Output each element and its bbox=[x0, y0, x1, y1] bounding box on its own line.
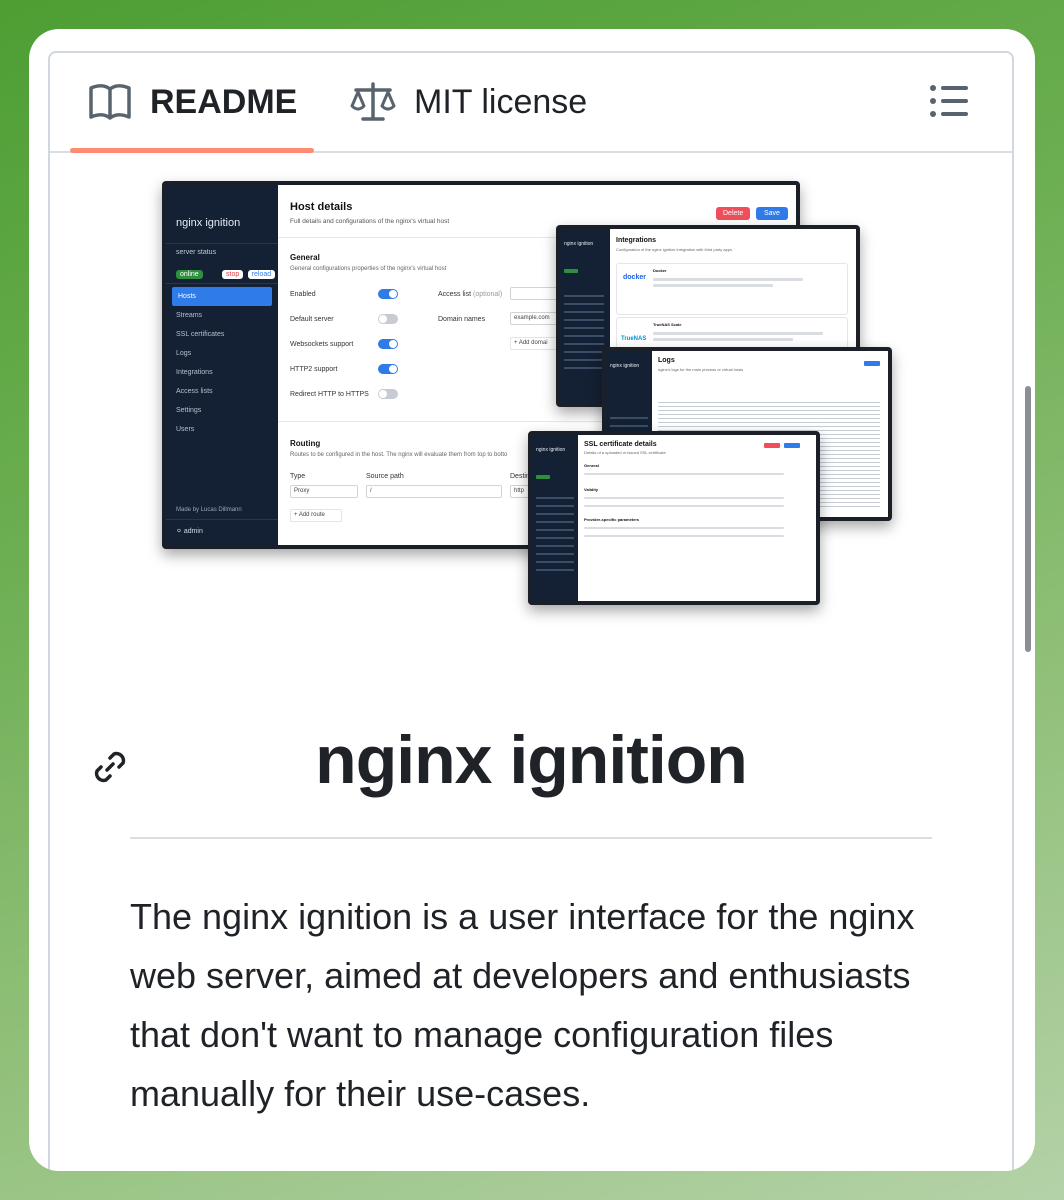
mock-nav-ssl[interactable]: SSL certificates bbox=[166, 325, 278, 344]
mock-logs-title: Logs bbox=[658, 357, 675, 364]
mock-redirect-toggle[interactable] bbox=[378, 389, 398, 399]
mock-made-by: Made by Lucas Dillmann bbox=[176, 507, 242, 513]
law-scale-icon bbox=[350, 82, 396, 121]
mock-add-domain-button[interactable]: + Add domai bbox=[510, 337, 560, 350]
mock-type-label: Type bbox=[290, 473, 306, 480]
mock-default-server-toggle[interactable] bbox=[378, 314, 398, 324]
table-of-contents-icon[interactable] bbox=[928, 79, 972, 123]
mock-nav-hosts[interactable]: Hosts bbox=[172, 287, 272, 306]
mock-online-badge: online bbox=[176, 270, 203, 279]
mock-nav-settings[interactable]: Settings bbox=[166, 401, 278, 420]
mock-nav-streams[interactable]: Streams bbox=[166, 306, 278, 325]
mock-ssl-provider: Provider-specific parameters bbox=[584, 517, 640, 522]
readme-heading: nginx ignition bbox=[315, 722, 748, 798]
mock-window-ssl: nginx ignition SSL certificate details D… bbox=[528, 431, 820, 605]
mock-docker-label: Docker bbox=[653, 268, 667, 273]
mock-websockets-toggle[interactable] bbox=[378, 339, 398, 349]
mock-truenas-label: TrueNAS Scale bbox=[653, 322, 682, 327]
readme-description: The nginx ignition is a user interface f… bbox=[130, 896, 915, 1114]
mock-type-select[interactable]: Proxy bbox=[290, 485, 358, 498]
mock-ssl-brand: nginx ignition bbox=[536, 447, 566, 453]
tab-readme[interactable]: README bbox=[88, 53, 297, 151]
mock-integrations-brand: nginx ignition bbox=[564, 241, 594, 247]
mock-logs-subtitle: nginx's logs for the main process or vir… bbox=[658, 367, 744, 372]
mock-websockets-label: Websockets support bbox=[290, 341, 354, 348]
mock-subtitle: Full details and configurations of the n… bbox=[290, 218, 450, 225]
mock-brand: nginx ignition bbox=[176, 217, 241, 229]
mock-domain-names-label: Domain names bbox=[438, 316, 486, 323]
mock-save-button[interactable]: Save bbox=[756, 207, 788, 220]
mock-truenas-logo: TrueNAS bbox=[621, 336, 647, 342]
book-icon bbox=[89, 84, 131, 120]
mock-access-list-field[interactable] bbox=[510, 287, 560, 300]
mock-ssl-validity: Validity bbox=[584, 487, 599, 492]
active-tab-indicator bbox=[70, 148, 314, 153]
mock-nav-access-lists[interactable]: Access lists bbox=[166, 382, 278, 401]
tab-license[interactable]: MIT license bbox=[350, 53, 587, 151]
mock-reload-button[interactable]: reload bbox=[247, 270, 276, 279]
mock-general-title: General bbox=[290, 253, 320, 262]
mock-default-server-label: Default server bbox=[290, 316, 334, 323]
mock-server-status: server status bbox=[176, 249, 217, 256]
mock-http2-label: HTTP2 support bbox=[290, 366, 338, 373]
mock-docker-logo: docker bbox=[623, 274, 646, 281]
mock-nav-integrations[interactable]: Integrations bbox=[166, 363, 278, 382]
mock-integrations-title: Integrations bbox=[616, 237, 657, 244]
mock-nav-users[interactable]: Users bbox=[166, 420, 278, 439]
mock-title: Host details bbox=[290, 201, 353, 213]
mock-source-path-label: Source path bbox=[366, 473, 404, 480]
readme-frame: README MIT license nginx ignition server… bbox=[48, 51, 1014, 1171]
mock-http2-toggle[interactable] bbox=[378, 364, 398, 374]
mock-logs-brand: nginx ignition bbox=[610, 363, 640, 369]
heading-divider bbox=[130, 837, 932, 839]
mock-stop-button[interactable]: stop bbox=[222, 270, 244, 279]
mock-add-route-button[interactable]: + Add route bbox=[290, 509, 342, 522]
tab-license-label: MIT license bbox=[414, 82, 588, 121]
mock-nav: Hosts Streams SSL certificates Logs Inte… bbox=[166, 287, 278, 439]
mock-nav-logs[interactable]: Logs bbox=[166, 344, 278, 363]
mock-domain-field[interactable]: example.com bbox=[510, 312, 560, 325]
mock-destination-label: Destin bbox=[510, 473, 530, 480]
mock-integrations-subtitle: Configuration of the nginx ignition inte… bbox=[616, 247, 733, 252]
mock-sidebar: nginx ignition server status online stop… bbox=[166, 185, 278, 545]
readme-screenshot: nginx ignition server status online stop… bbox=[162, 181, 892, 629]
mock-routing-title: Routing bbox=[290, 439, 321, 448]
mock-user: ⚪ admin bbox=[176, 528, 203, 535]
mock-enabled-toggle[interactable] bbox=[378, 289, 398, 299]
mock-routing-sub: Routes to be configured in the host. The… bbox=[290, 452, 508, 458]
scrollbar-thumb[interactable] bbox=[1025, 386, 1031, 652]
tab-readme-label: README bbox=[150, 82, 298, 121]
mock-source-path-field[interactable]: / bbox=[366, 485, 502, 498]
tab-bar: README MIT license bbox=[50, 53, 1012, 153]
mock-ssl-subtitle: Details of a uploaded or issued SSL cert… bbox=[584, 450, 666, 455]
readme-card: README MIT license nginx ignition server… bbox=[29, 29, 1035, 1171]
mock-redirect-label: Redirect HTTP to HTTPS bbox=[290, 391, 369, 398]
mock-ssl-title: SSL certificate details bbox=[584, 441, 657, 448]
mock-enabled-label: Enabled bbox=[290, 291, 316, 298]
mock-access-list-label: Access list (optional) bbox=[438, 291, 503, 298]
mock-general-sub: General configurations properties of the… bbox=[290, 266, 447, 272]
mock-ssl-general: General bbox=[584, 463, 599, 468]
mock-delete-button[interactable]: Delete bbox=[716, 207, 751, 220]
